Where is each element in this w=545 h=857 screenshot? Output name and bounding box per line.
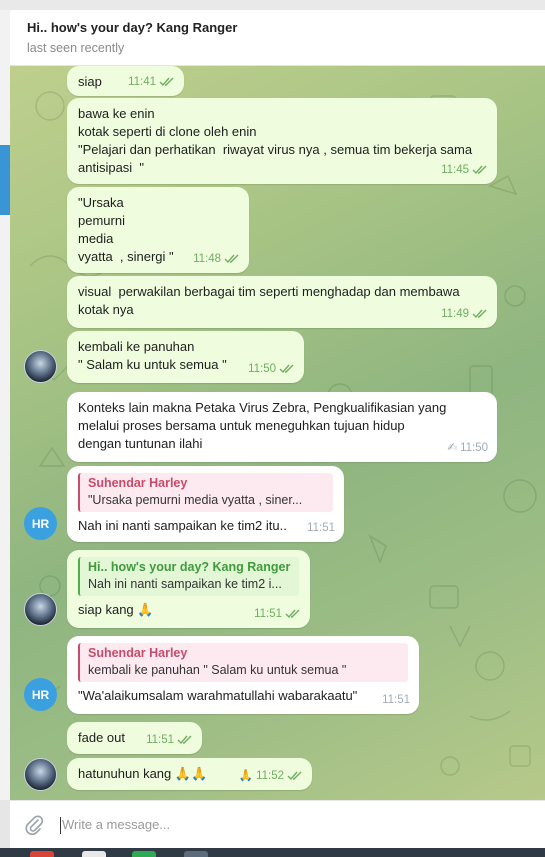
reply-quote[interactable]: Suhendar Harley "Ursaka pemurni media vy… <box>78 473 333 512</box>
chat-status: last seen recently <box>27 41 125 55</box>
taskbar-app-icon[interactable] <box>184 851 208 857</box>
message-text: "Wa'alaikumsalam warahmatullahi wabaraka… <box>78 688 358 703</box>
message-time: 11:50 <box>248 363 276 375</box>
message-meta: 11:51 <box>254 605 301 623</box>
avatar[interactable] <box>24 758 57 791</box>
message-list[interactable]: siap 11:41 bawa ke enin kotak seperti di… <box>10 66 545 800</box>
pencil-icon: ✍ <box>447 442 458 454</box>
message-bubble[interactable]: Suhendar Harley kembali ke panuhan " Sal… <box>67 636 419 714</box>
double-check-icon <box>159 77 174 87</box>
message-text: Nah ini nanti sampaikan ke tim2 itu.. <box>78 518 287 533</box>
double-check-icon <box>472 309 487 319</box>
avatar[interactable]: HR <box>24 507 57 540</box>
reply-text: kembali ke panuhan " Salam ku untuk semu… <box>88 663 347 677</box>
reply-text: Nah ini nanti sampaikan ke tim2 i... <box>88 577 282 591</box>
reply-author: Suhendar Harley <box>88 476 188 490</box>
double-check-icon <box>285 609 300 619</box>
double-check-icon <box>472 165 487 175</box>
message-meta: 11:48 <box>193 250 240 268</box>
message-bubble[interactable]: "Ursaka pemurni media vyatta , sinergi "… <box>67 187 249 273</box>
message-meta: 11:50 <box>248 360 295 378</box>
message-bubble[interactable]: visual perwakilan berbagai tim seperti m… <box>67 276 497 328</box>
reply-quote[interactable]: Hi.. how's your day? Kang Ranger Nah ini… <box>78 557 299 596</box>
os-taskbar <box>0 848 545 857</box>
window-top-strip <box>0 0 545 10</box>
message-text: Konteks lain makna Petaka Virus Zebra, P… <box>78 400 450 451</box>
message-time: 11:51 <box>382 694 410 706</box>
message-meta: 11:45 <box>441 161 488 179</box>
message-time: 11:52 <box>256 770 284 782</box>
message-time: 11:51 <box>146 734 174 746</box>
message-text: bawa ke enin kotak seperti di clone oleh… <box>78 106 473 175</box>
message-meta: 11:51 <box>382 691 410 709</box>
message-meta: ✍ 11:50 <box>447 439 488 457</box>
message-bubble[interactable]: siap 11:41 <box>67 66 184 96</box>
paperclip-icon[interactable] <box>24 814 44 836</box>
taskbar-app-icon[interactable] <box>82 851 106 857</box>
double-check-icon <box>287 771 302 781</box>
double-check-icon <box>279 364 294 374</box>
message-input[interactable]: Write a message... <box>62 817 170 832</box>
message-time: 11:41 <box>128 76 156 88</box>
message-bubble[interactable]: Konteks lain makna Petaka Virus Zebra, P… <box>67 392 497 462</box>
message-time: 11:51 <box>307 522 335 534</box>
message-time: 11:49 <box>441 308 469 320</box>
reply-quote[interactable]: Suhendar Harley kembali ke panuhan " Sal… <box>78 643 408 682</box>
message-bubble[interactable]: bawa ke enin kotak seperti di clone oleh… <box>67 98 497 184</box>
message-meta: 11:51 <box>146 731 193 749</box>
message-bubble[interactable]: fade out 11:51 <box>67 722 202 754</box>
telegram-window: Hi.. how's your day? Kang Ranger last se… <box>0 0 545 857</box>
taskbar-app-icon[interactable] <box>30 851 54 857</box>
double-check-icon <box>177 735 192 745</box>
message-time: 11:50 <box>460 442 488 454</box>
taskbar-app-icon[interactable] <box>132 851 156 857</box>
avatar[interactable] <box>24 350 57 383</box>
reaction-emoji[interactable]: 🙏 <box>239 767 253 785</box>
message-bubble[interactable]: Suhendar Harley "Ursaka pemurni media vy… <box>67 466 344 542</box>
message-meta: 11:41 <box>128 73 175 91</box>
message-bubble[interactable]: Hi.. how's your day? Kang Ranger Nah ini… <box>67 550 310 628</box>
text-caret <box>60 817 61 834</box>
avatar[interactable] <box>24 593 57 626</box>
message-bubble[interactable]: kembali ke panuhan " Salam ku untuk semu… <box>67 331 304 383</box>
message-bubble[interactable]: hatunuhun kang 🙏🙏 🙏 11:52 <box>67 758 312 790</box>
active-chat-indicator <box>0 145 10 215</box>
avatar[interactable]: HR <box>24 678 57 711</box>
message-text: visual perwakilan berbagai tim seperti m… <box>78 284 464 317</box>
left-sidebar-edge <box>0 10 10 800</box>
double-check-icon <box>224 254 239 264</box>
message-meta: 11:51 <box>307 519 335 537</box>
message-time: 11:45 <box>441 164 469 176</box>
message-meta: 🙏 11:52 <box>239 767 303 785</box>
message-time: 11:48 <box>193 253 221 265</box>
message-composer: Write a message... <box>10 800 545 848</box>
reply-text: "Ursaka pemurni media vyatta , siner... <box>88 493 303 507</box>
chat-title[interactable]: Hi.. how's your day? Kang Ranger <box>27 20 545 35</box>
chat-header[interactable]: Hi.. how's your day? Kang Ranger last se… <box>10 10 545 66</box>
message-time: 11:51 <box>254 608 282 620</box>
message-meta: 11:49 <box>441 305 488 323</box>
reply-author: Suhendar Harley <box>88 646 188 660</box>
reply-author: Hi.. how's your day? Kang Ranger <box>88 560 291 574</box>
